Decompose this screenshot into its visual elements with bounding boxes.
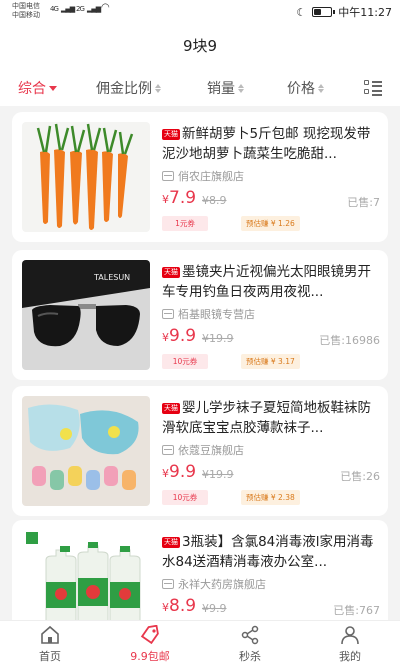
tab-nine-nine[interactable]: 9.9包邮	[120, 625, 180, 664]
tab-home[interactable]: 首页	[20, 625, 80, 664]
tmall-badge: 天猫	[162, 267, 180, 278]
current-price: ¥9.9	[162, 462, 197, 482]
original-price: ¥19.9	[202, 332, 234, 345]
carrier-2: 中国移动	[12, 11, 40, 19]
wifi-icon: ◠	[101, 2, 110, 13]
shop-icon	[162, 171, 174, 181]
tmall-badge: 天猫	[162, 403, 180, 414]
original-price: ¥9.9	[202, 602, 227, 615]
network-2-label: 2G	[76, 5, 85, 13]
sort-price-label: 价格	[287, 81, 315, 97]
shop-icon	[162, 309, 174, 319]
bottom-tab-bar: 首页 9.9包邮 秒杀 我的	[0, 620, 400, 666]
product-image	[22, 122, 150, 232]
product-title[interactable]: 天猫 婴儿学步袜子夏短简地板鞋袜防滑软底宝宝点胶薄款袜子...	[162, 398, 380, 438]
page-title: 9块9	[182, 37, 218, 55]
current-price: ¥7.9	[162, 188, 197, 208]
original-price: ¥8.9	[202, 194, 227, 207]
sort-arrows-icon	[318, 83, 324, 93]
list-layout-toggle-icon[interactable]	[364, 79, 382, 96]
user-icon	[341, 626, 359, 645]
signal-1-icon: ▂▄▆	[61, 5, 75, 13]
price-row: ¥7.9 ¥8.9 已售:7	[162, 188, 380, 210]
sort-arrows-icon	[238, 83, 244, 93]
product-title[interactable]: 天猫 墨镜夹片近视偏光太阳眼镜男开车专用钓鱼日夜两用夜视...	[162, 262, 380, 302]
product-title[interactable]: 天猫 3瓶装】含氯84消毒液l家用消毒水84送酒精消毒液办公室...	[162, 532, 380, 572]
sort-arrows-icon	[155, 83, 161, 93]
product-image	[22, 530, 150, 630]
home-icon	[41, 625, 59, 644]
sold-count: 已售:26	[340, 470, 380, 483]
product-title[interactable]: 天猫 新鲜胡萝卜5斤包邮 现挖现发带泥沙地胡萝卜蔬菜生吃脆甜...	[162, 124, 380, 164]
svg-text:TALESUN: TALESUN	[93, 273, 130, 282]
original-price: ¥19.9	[202, 468, 234, 481]
coupon-badge[interactable]: 1元券	[162, 216, 208, 231]
coupon-badge[interactable]: 10元券	[162, 354, 208, 369]
estimated-earn-badge: 预估赚 ¥ 1.26	[241, 216, 300, 231]
tab-profile-label: 我的	[339, 650, 361, 663]
current-price: ¥8.9	[162, 596, 197, 616]
tab-flash-sale[interactable]: 秒杀	[220, 625, 280, 664]
tab-flash-sale-label: 秒杀	[239, 650, 261, 663]
sort-comprehensive[interactable]: 综合	[18, 78, 57, 98]
shop-name: 依蔻豆旗舰店	[162, 442, 244, 458]
coupon-badge[interactable]: 10元券	[162, 490, 208, 505]
title-bar: 9块9	[0, 24, 400, 68]
shop-name: 永祥大药房旗舰店	[162, 576, 266, 592]
shop-name: 俏农庄旗舰店	[162, 168, 244, 184]
current-price: ¥9.9	[162, 326, 197, 346]
moon-icon: ☾	[296, 5, 307, 19]
tab-profile[interactable]: 我的	[320, 625, 380, 664]
price-tag-icon	[140, 625, 159, 645]
price-row: ¥9.9 ¥19.9 已售:16986	[162, 326, 380, 348]
sold-count: 已售:7	[347, 196, 380, 209]
caret-down-icon	[49, 85, 57, 91]
product-card[interactable]: TALESUN 天猫 墨镜夹片近视偏光太阳眼镜男开车专用钓鱼日夜两用夜视... 栢…	[12, 250, 388, 380]
shop-icon	[162, 445, 174, 455]
status-time: 中午11:27	[338, 6, 392, 19]
sold-count: 已售:16986	[319, 334, 380, 347]
product-card[interactable]: 天猫 3瓶装】含氯84消毒液l家用消毒水84送酒精消毒液办公室... 永祥大药房旗…	[12, 520, 388, 630]
sort-commission-rate[interactable]: 佣金比例	[96, 78, 161, 98]
network-1-label: 4G	[50, 5, 59, 13]
status-bar: 中国电信 中国移动 4G ▂▄▆ 2G ▂▄▆ ◠ ☾ 中午11:27	[0, 0, 400, 24]
sold-count: 已售:767	[333, 604, 380, 617]
price-row: ¥9.9 ¥19.9 已售:26	[162, 462, 380, 484]
battery-icon	[312, 7, 336, 17]
estimated-earn-badge: 预估赚 ¥ 2.38	[241, 490, 300, 505]
carrier-info: 中国电信 中国移动	[12, 2, 40, 20]
sort-sales[interactable]: 销量	[207, 78, 244, 98]
sort-comprehensive-label: 综合	[18, 81, 46, 97]
price-row: ¥8.9 ¥9.9 已售:767	[162, 596, 380, 618]
estimated-earn-badge: 预估赚 ¥ 3.17	[241, 354, 300, 369]
tmall-badge: 天猫	[162, 537, 180, 548]
shop-icon	[162, 579, 174, 589]
product-image: TALESUN	[22, 260, 150, 370]
sort-price[interactable]: 价格	[287, 78, 324, 98]
carrier-1: 中国电信	[12, 2, 40, 10]
sort-bar: 综合 佣金比例 销量 价格	[0, 68, 400, 106]
sort-sales-label: 销量	[207, 81, 235, 97]
tab-home-label: 首页	[39, 650, 61, 663]
signal-2-icon: ▂▄▆	[87, 5, 101, 13]
shop-name: 栢基眼镜专营店	[162, 306, 255, 322]
tab-nine-nine-label: 9.9包邮	[130, 650, 170, 663]
product-image	[22, 396, 150, 506]
product-card[interactable]: 天猫 婴儿学步袜子夏短简地板鞋袜防滑软底宝宝点胶薄款袜子... 依蔻豆旗舰店 ¥9…	[12, 386, 388, 516]
share-icon	[241, 625, 259, 645]
sort-commission-label: 佣金比例	[96, 81, 152, 97]
tmall-badge: 天猫	[162, 129, 180, 140]
product-card[interactable]: 天猫 新鲜胡萝卜5斤包邮 现挖现发带泥沙地胡萝卜蔬菜生吃脆甜... 俏农庄旗舰店 …	[12, 112, 388, 242]
